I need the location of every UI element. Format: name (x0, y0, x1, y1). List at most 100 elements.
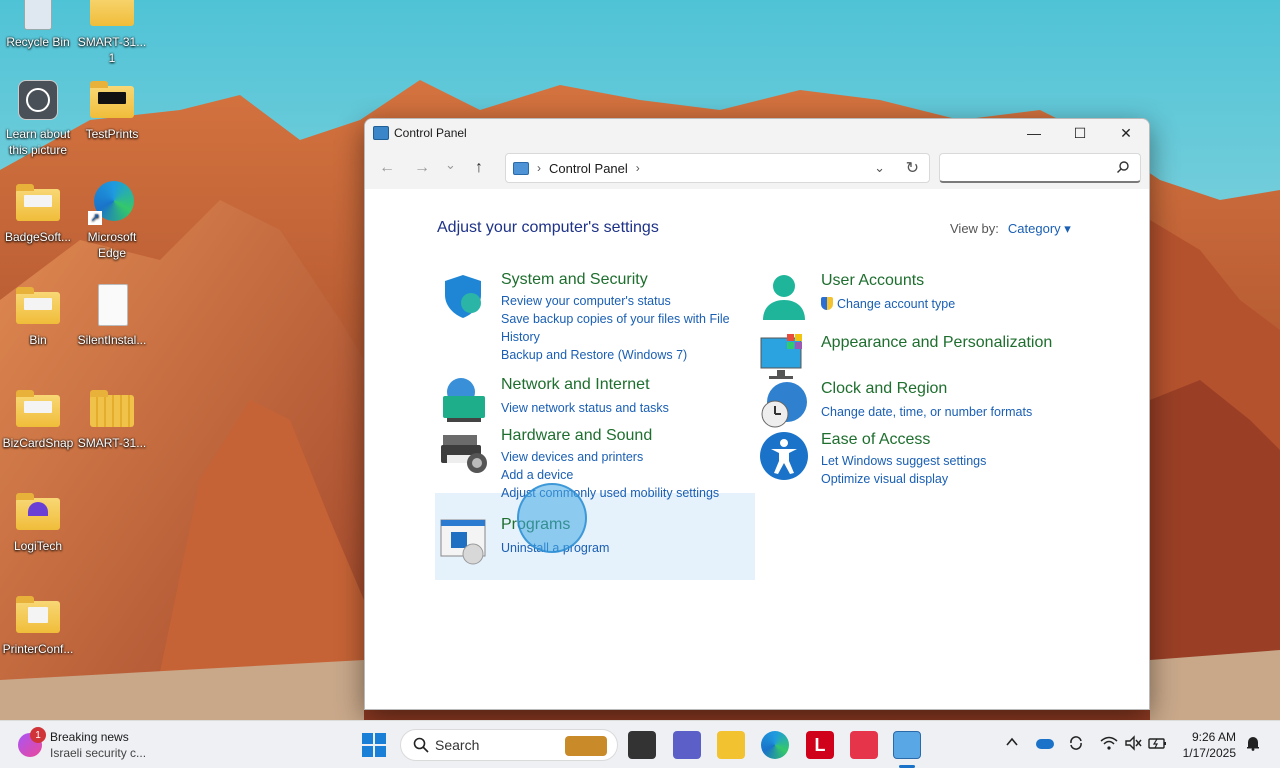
back-arrow-icon[interactable]: ← (379, 159, 395, 177)
uac-shield-icon (821, 297, 833, 310)
news-widget[interactable]: 1 Breaking news Israeli security c... (18, 727, 147, 761)
desktop-icon-printerconf[interactable]: PrinterConf... (0, 593, 76, 657)
clock-time: 9:26 AM (1191, 730, 1236, 744)
chevron-up-icon[interactable] (1005, 735, 1019, 749)
desktop-icon-label: Bin (29, 333, 47, 347)
link-backup-restore[interactable]: Backup and Restore (Windows 7) (501, 346, 730, 364)
category-title[interactable]: Hardware and Sound (501, 427, 652, 445)
app-icon-red[interactable] (850, 731, 878, 759)
taskbar-clock[interactable]: 9:26 AM 1/17/2025 (1172, 729, 1236, 761)
network-globe-icon (443, 378, 485, 422)
briefcase-icon (565, 736, 607, 756)
link-add-device[interactable]: Add a device (501, 466, 719, 484)
link-windows-suggest[interactable]: Let Windows suggest settings (821, 452, 986, 470)
desktop-icon-label: TestPrints (85, 127, 139, 141)
up-arrow-icon[interactable]: ↑ (475, 159, 483, 177)
folder-icon (14, 387, 62, 433)
control-panel-window: Control Panel — ☐ ✕ ← → ⌄ ↑ › Control Pa… (364, 118, 1150, 710)
control-panel-taskbar-icon[interactable] (893, 731, 921, 759)
category-title[interactable]: Clock and Region (821, 380, 947, 398)
clock-date: 1/17/2025 (1182, 746, 1236, 760)
desktop-icon-recycle-bin[interactable]: Recycle Bin (0, 0, 76, 50)
minimize-button[interactable]: — (1011, 119, 1057, 147)
camera-icon (14, 78, 62, 124)
zip-folder-icon (88, 387, 136, 433)
document-icon (88, 284, 136, 330)
news-icon: 1 (18, 727, 46, 757)
desktop-icon-smart-2[interactable]: SMART-31... (74, 387, 150, 451)
window-title: Control Panel (394, 126, 467, 140)
category-title[interactable]: User Accounts (821, 272, 924, 290)
recent-locations-icon[interactable]: ⌄ (445, 157, 456, 173)
link-label: Change account type (837, 297, 956, 311)
appearance-monitor-icon (760, 334, 802, 379)
recycle-bin-icon (14, 0, 62, 32)
desktop-icon-testprints[interactable]: TestPrints (74, 78, 150, 142)
volume-mute-icon[interactable] (1124, 735, 1142, 751)
edge-icon[interactable] (761, 731, 789, 759)
chevron-down-icon[interactable]: ⌄ (874, 160, 885, 176)
search-icon[interactable] (1116, 160, 1130, 174)
link-change-account-type[interactable]: Change account type (821, 295, 955, 313)
desktop-icon-label: SMART-31... 1 (77, 35, 147, 65)
task-view-icon[interactable] (628, 731, 656, 759)
taskbar-search[interactable]: Search (400, 729, 618, 761)
breadcrumb-separator[interactable]: › (636, 161, 640, 175)
desktop-icon-learn-about-picture[interactable]: Learn about this picture (0, 78, 76, 158)
close-button[interactable]: ✕ (1103, 119, 1149, 147)
wifi-icon[interactable] (1100, 735, 1118, 751)
desktop-icon-bizcardsnap[interactable]: BizCardSnap (0, 387, 76, 451)
forward-arrow-icon[interactable]: → (414, 159, 430, 177)
folder-icon (88, 78, 136, 124)
taskbar-search-label: Search (435, 737, 480, 753)
desktop-icon-label: Microsoft Edge (87, 230, 137, 260)
notification-badge: 1 (30, 727, 46, 743)
address-bar[interactable]: › Control Panel › ⌄ ↻ (505, 153, 930, 183)
view-by-label: View by: (950, 221, 999, 236)
search-input[interactable] (944, 154, 1114, 180)
desktop-icon-bin[interactable]: Bin (0, 284, 76, 348)
address-toolbar: ← → ⌄ ↑ › Control Panel › ⌄ ↻ (365, 147, 1149, 189)
news-subtitle: Israeli security c... (50, 746, 147, 760)
link-optimize-display[interactable]: Optimize visual display (821, 470, 986, 488)
printer-icon (441, 435, 487, 473)
notification-bell-icon[interactable] (1246, 735, 1260, 751)
teams-icon[interactable] (673, 731, 701, 759)
category-title[interactable]: System and Security (501, 271, 648, 289)
category-title[interactable]: Appearance and Personalization (821, 334, 1052, 352)
view-by-dropdown[interactable]: Category ▾ (1008, 221, 1071, 236)
link-save-backup[interactable]: Save backup copies of your files with Fi… (501, 310, 730, 328)
category-title[interactable]: Ease of Access (821, 431, 930, 449)
desktop-icon-silentinstall[interactable]: SilentInstal... (74, 284, 150, 348)
onedrive-icon[interactable] (1036, 739, 1054, 749)
refresh-icon[interactable]: ↻ (906, 158, 919, 178)
sync-icon[interactable] (1068, 735, 1084, 751)
lenovo-icon[interactable]: L (806, 731, 834, 759)
breadcrumb-separator: › (537, 161, 541, 175)
desktop-icon-microsoft-edge[interactable]: ↗ Microsoft Edge (74, 181, 150, 261)
link-file-history[interactable]: History (501, 328, 730, 346)
link-review-status[interactable]: Review your computer's status (501, 292, 730, 310)
link-view-devices-printers[interactable]: View devices and printers (501, 448, 719, 466)
clock-globe-icon (761, 382, 807, 428)
desktop-icon-label: Learn about this picture (5, 127, 71, 157)
folder-icon (88, 0, 136, 32)
control-panel-content: Adjust your computer's settings View by:… (365, 189, 1149, 709)
breadcrumb-control-panel[interactable]: Control Panel (549, 161, 628, 176)
desktop-icon-smart-1[interactable]: SMART-31... 1 (74, 0, 150, 66)
title-bar[interactable]: Control Panel — ☐ ✕ (365, 119, 1149, 147)
file-explorer-icon[interactable] (717, 731, 745, 759)
desktop-icon-label: SilentInstal... (77, 333, 147, 347)
battery-charging-icon[interactable] (1148, 735, 1168, 751)
desktop-icon-badgesoft[interactable]: BadgeSoft... (0, 181, 76, 245)
desktop-icon-logitech[interactable]: LogiTech (0, 490, 76, 554)
folder-icon (14, 181, 62, 227)
maximize-button[interactable]: ☐ (1057, 119, 1103, 147)
search-box[interactable] (939, 153, 1141, 183)
desktop-icon-label: PrinterConf... (2, 642, 74, 656)
link-network-status[interactable]: View network status and tasks (501, 399, 669, 417)
link-change-formats[interactable]: Change date, time, or number formats (821, 403, 1032, 421)
start-windows-icon[interactable] (360, 731, 388, 759)
category-title[interactable]: Network and Internet (501, 376, 650, 394)
page-title: Adjust your computer's settings (437, 219, 659, 236)
